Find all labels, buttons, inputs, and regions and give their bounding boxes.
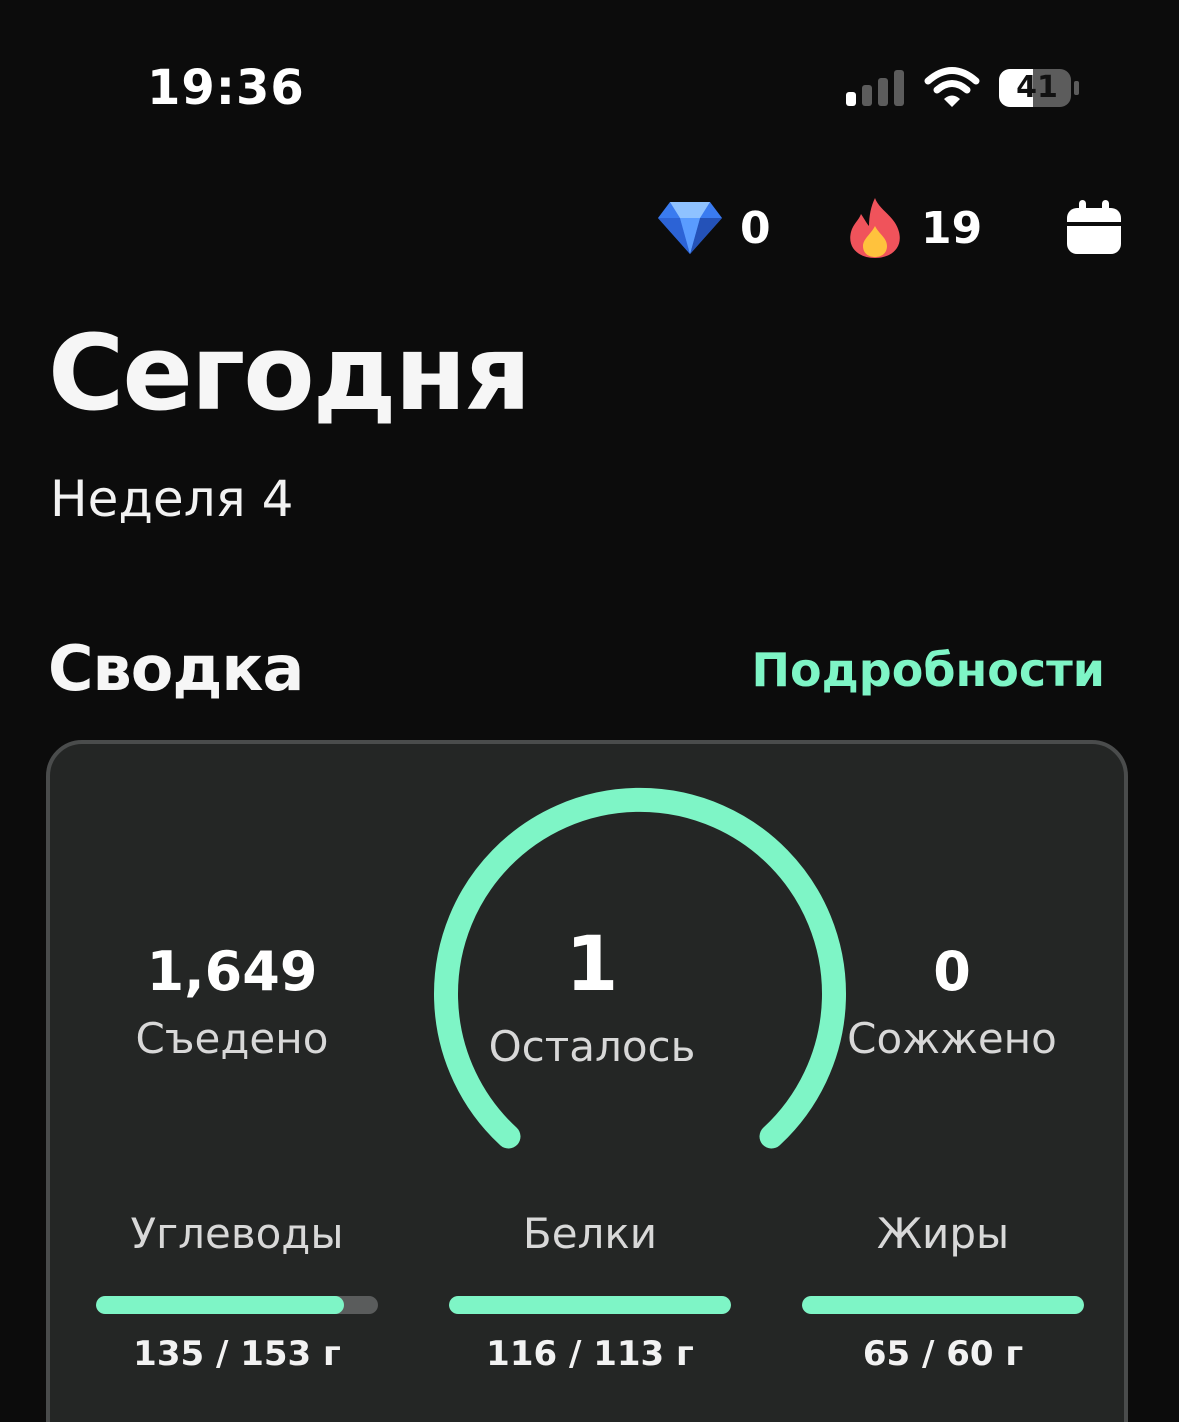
wifi-icon: [924, 67, 980, 107]
macro-fat-name: Жиры: [876, 1209, 1010, 1258]
fire-icon: [850, 198, 900, 258]
details-link[interactable]: Подробности: [752, 643, 1105, 697]
macro-carbs: Углеводы 135 / 153 г: [96, 1206, 378, 1374]
eaten-value: 1,649: [146, 940, 318, 1003]
eaten-metric: 1,649 Съедено: [82, 940, 382, 1063]
burned-metric: 0 Сожжено: [802, 940, 1102, 1063]
battery-level: 41: [1016, 70, 1058, 105]
status-time: 19:36: [147, 60, 305, 116]
burned-value: 0: [933, 940, 971, 1003]
gems-counter[interactable]: 0: [656, 196, 771, 260]
macro-carbs-bar: [96, 1296, 378, 1314]
macro-fat: Жиры 65 / 60 г: [802, 1206, 1084, 1374]
remaining-label: Осталось: [488, 1022, 696, 1071]
macro-carbs-amount: 135 / 153 г: [133, 1334, 341, 1374]
macro-carbs-fill: [96, 1296, 345, 1314]
calendar-icon[interactable]: [1064, 198, 1124, 256]
streak-count: 19: [921, 202, 983, 254]
macro-protein-name: Белки: [522, 1209, 658, 1258]
macro-protein-amount: 116 / 113 г: [486, 1334, 694, 1374]
streak-counter[interactable]: 19: [845, 196, 982, 260]
macro-protein-bar: [449, 1296, 731, 1314]
week-label: Неделя 4: [50, 470, 294, 528]
macro-fat-amount: 65 / 60 г: [862, 1334, 1024, 1374]
page-title: Сегодня: [48, 312, 531, 434]
summary-card[interactable]: 1,649 Съедено 1 Осталось 0 Сожжено Углев…: [46, 740, 1128, 1422]
macro-fat-bar: [802, 1296, 1084, 1314]
gems-count: 0: [740, 202, 771, 254]
today-screen: 19:36 41 0 19 Сегодня Неделя 4 Сводка По…: [0, 0, 1179, 1422]
macro-carbs-name: Углеводы: [130, 1209, 344, 1258]
diamond-icon: [658, 202, 722, 254]
macro-protein-fill: [449, 1296, 731, 1314]
cellular-signal-icon: [846, 70, 904, 106]
summary-title: Сводка: [48, 632, 304, 705]
eaten-label: Съедено: [135, 1014, 329, 1063]
macro-fat-fill: [802, 1296, 1084, 1314]
remaining-value: 1: [565, 919, 619, 1008]
burned-label: Сожжено: [847, 1014, 1057, 1063]
remaining-metric: 1 Осталось: [442, 919, 742, 1072]
macro-protein: Белки 116 / 113 г: [449, 1206, 731, 1374]
